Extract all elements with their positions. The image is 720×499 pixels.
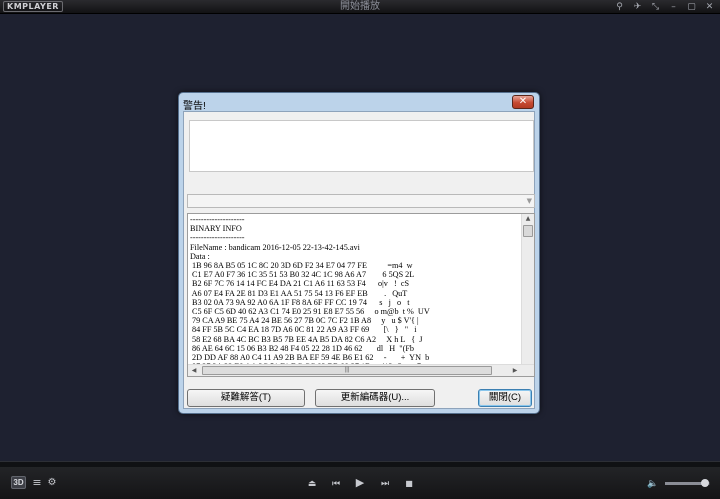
volume-icon[interactable]: 🔈 — [646, 477, 660, 491]
log-line: FileName : bandicam 2016-12-05 22-13-42-… — [190, 242, 360, 252]
stop-icon[interactable]: ■ — [402, 477, 416, 491]
dialog-title: 警告! — [183, 101, 206, 112]
log-line: 86 AE 64 6C 15 06 B3 B2 48 F4 05 22 28 1… — [190, 343, 414, 353]
volume-slider[interactable] — [665, 479, 710, 487]
scroll-up-icon[interactable]: ▲ — [522, 214, 534, 224]
mini-mode-icon[interactable]: ⤡ — [649, 1, 662, 13]
warning-dialog: 警告! ✕ ▼ -------------------- BINARY INFO -… — [178, 92, 540, 414]
volume-fill — [665, 482, 705, 485]
next-icon[interactable]: ⏭ — [378, 477, 392, 491]
pin-icon[interactable]: ✈ — [631, 1, 644, 13]
chevron-down-icon[interactable]: ▼ — [527, 195, 532, 208]
volume-knob[interactable] — [700, 479, 709, 487]
log-line: -------------------- — [190, 233, 245, 243]
log-line: Data : — [190, 251, 210, 261]
close-button[interactable]: 關閉(C) — [478, 389, 532, 407]
close-icon[interactable]: ✕ — [703, 1, 716, 13]
log-line: BINARY INFO — [190, 224, 242, 234]
log-line: B3 02 0A 73 9A 92 A0 6A 1F F8 8A 6F FF C… — [190, 297, 410, 307]
app-titlebar: KMPLAYER 開始播放 ⚲ ✈ ⤡ – ▢ ✕ — [0, 0, 720, 14]
log-line: 58 E2 68 BA 4C BC B3 B5 7B EE 4A B5 DA 8… — [190, 334, 423, 344]
update-codec-button[interactable]: 更新編碼器(U)... — [315, 389, 435, 407]
troubleshoot-button[interactable]: 疑難解答(T) — [187, 389, 305, 407]
binary-info-log[interactable]: -------------------- BINARY INFO ---------… — [187, 213, 535, 377]
vertical-scroll-thumb[interactable] — [523, 225, 533, 237]
log-text: -------------------- BINARY INFO ---------… — [190, 215, 523, 365]
previous-icon[interactable]: ⏮ — [329, 477, 343, 491]
log-line: -------------------- — [190, 215, 245, 224]
titlebar-icons: ⚲ ✈ ⤡ – ▢ ✕ — [613, 1, 716, 13]
log-line: 84 FF 5B 5C C4 EA 18 7D A6 0C 81 22 A9 A… — [190, 325, 417, 335]
error-combo-box[interactable]: ▼ — [187, 194, 535, 208]
maximize-icon[interactable]: ▢ — [685, 1, 698, 13]
menu-icon[interactable]: ≡ — [30, 476, 44, 490]
log-line: B2 6F 7C 76 14 14 FC E4 DA 21 C1 A6 11 6… — [190, 279, 410, 289]
settings-icon[interactable]: ⚙ — [45, 476, 59, 490]
scroll-left-icon[interactable]: ◀ — [188, 365, 200, 376]
log-line: 2D DD AF 88 A0 C4 11 A9 2B BA EF 59 4E B… — [190, 353, 430, 363]
scroll-right-icon[interactable]: ▶ — [509, 365, 521, 376]
log-line: A6 07 E4 FA 2E 81 D3 E1 AA 51 75 54 13 F… — [190, 288, 408, 298]
log-line: 79 CA A9 BE 75 A4 24 BE 56 27 7B 0C 7C F… — [190, 316, 419, 326]
horizontal-scrollbar[interactable]: ◀ ||| ▶ — [188, 364, 534, 376]
log-line: C5 6F C5 6D 40 62 A3 C1 74 E0 25 91 E8 E… — [190, 307, 430, 317]
dialog-close-button[interactable]: ✕ — [512, 95, 534, 109]
play-icon[interactable]: ▶ — [353, 476, 367, 490]
message-box — [189, 120, 534, 172]
search-icon[interactable]: ⚲ — [613, 1, 626, 13]
minimize-icon[interactable]: – — [667, 1, 680, 13]
3d-mode-button[interactable]: 3D — [11, 476, 26, 489]
log-line: C1 E7 A0 F7 36 1C 35 51 53 B0 32 4C 1C 9… — [190, 270, 415, 280]
dialog-body: ▼ -------------------- BINARY INFO -------… — [183, 111, 535, 409]
log-line: 1B 96 8A B5 05 1C 8C 20 3D 6D F2 34 E7 0… — [190, 261, 413, 271]
window-title: 開始播放 — [340, 1, 380, 12]
eject-icon[interactable]: ⏏ — [305, 477, 319, 491]
vertical-scrollbar[interactable]: ▲ — [521, 214, 534, 364]
horizontal-scroll-thumb[interactable]: ||| — [202, 366, 492, 375]
